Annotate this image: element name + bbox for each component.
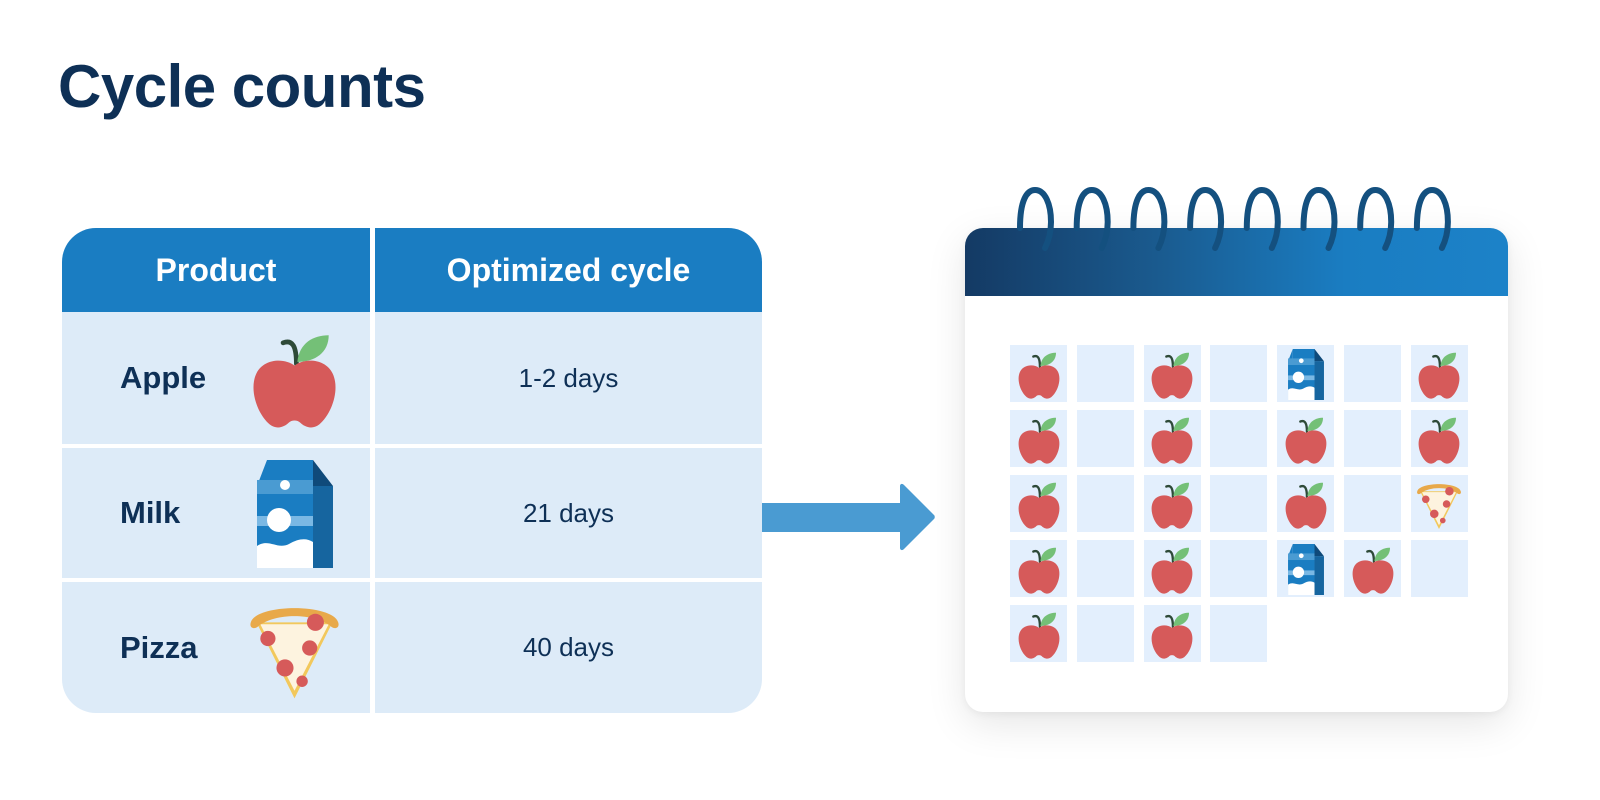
calendar-day-cell — [1277, 540, 1335, 597]
apple-icon — [1415, 413, 1463, 465]
calendar-day-cell — [1210, 605, 1268, 662]
product-cell: Pizza — [62, 582, 370, 713]
calendar-day-cell — [1344, 475, 1401, 532]
binding-ring-icon — [1130, 186, 1168, 251]
calendar-day-cell — [1143, 475, 1201, 532]
product-cycle-table: Product Optimized cycle Apple 1-2 days M… — [62, 228, 762, 713]
calendar-day-cell — [1277, 410, 1335, 467]
calendar-day-cell — [1410, 475, 1468, 532]
apple-icon — [1148, 608, 1196, 660]
pizza-slice-icon — [1415, 478, 1463, 530]
apple-icon — [1148, 348, 1196, 400]
cycle-cell: 40 days — [375, 582, 762, 713]
binding-ring-icon — [1073, 186, 1111, 251]
apple-icon — [1015, 348, 1063, 400]
calendar-day-cell — [1344, 345, 1401, 402]
apple-icon — [1015, 543, 1063, 595]
calendar-day-cell — [1277, 345, 1335, 402]
product-name: Apple — [120, 360, 207, 395]
calendar-day-cell — [1410, 410, 1468, 467]
calendar-day-cell — [1076, 540, 1134, 597]
page-title: Cycle counts — [58, 53, 426, 120]
binding-ring-icon — [1187, 186, 1225, 251]
apple-icon — [1015, 608, 1063, 660]
calendar-day-cell — [1410, 345, 1468, 402]
calendar-day-cell — [1210, 345, 1268, 402]
calendar-day-cell — [1076, 345, 1134, 402]
arrow-right-icon — [762, 483, 935, 551]
calendar-day-cell — [1010, 345, 1067, 402]
table-row: Milk 21 days — [62, 448, 762, 578]
calendar-day-cell — [1410, 540, 1468, 597]
calendar-day-cell — [1010, 475, 1067, 532]
apple-icon — [1148, 478, 1196, 530]
apple-icon — [1282, 478, 1330, 530]
calendar-day-cell — [1143, 345, 1201, 402]
apple-icon — [1349, 543, 1397, 595]
table-row: Apple 1-2 days — [62, 312, 762, 444]
calendar-day-cell — [1076, 410, 1134, 467]
calendar-day-cell — [1210, 540, 1268, 597]
calendar-day-cell — [1277, 475, 1335, 532]
calendar-day-cell — [1210, 475, 1268, 532]
product-name: Pizza — [120, 629, 198, 665]
apple-icon — [1415, 348, 1463, 400]
apple-icon — [247, 323, 342, 433]
calendar-day-cell — [1076, 605, 1134, 662]
binding-ring-icon — [1243, 186, 1281, 251]
calendar-day-cell — [1010, 540, 1067, 597]
apple-icon — [1015, 413, 1063, 465]
calendar-day-cell — [1076, 475, 1134, 532]
product-cell: Apple — [62, 312, 370, 444]
cycle-cell: 1-2 days — [375, 312, 762, 444]
pizza-slice-icon — [247, 593, 342, 703]
binding-ring-icon — [1300, 186, 1338, 251]
calendar-binding-rings — [1017, 186, 1451, 251]
calendar-day-cell — [1143, 540, 1201, 597]
apple-icon — [1148, 543, 1196, 595]
calendar-day-cell — [1143, 605, 1201, 662]
column-header-product: Product — [62, 228, 370, 312]
milk-carton-icon — [1287, 543, 1325, 595]
binding-ring-icon — [1357, 186, 1395, 251]
table-header: Product Optimized cycle — [62, 228, 762, 312]
table-row: Pizza 40 days — [62, 582, 762, 713]
apple-icon — [1148, 413, 1196, 465]
milk-carton-icon — [255, 458, 335, 568]
cycle-cell: 21 days — [375, 448, 762, 578]
calendar-day-cell — [1010, 605, 1067, 662]
binding-ring-icon — [1413, 186, 1451, 251]
calendar-day-cell — [1210, 410, 1268, 467]
calendar-day-cell — [1143, 410, 1201, 467]
milk-carton-icon — [1287, 348, 1325, 400]
calendar-day-cell — [1344, 540, 1401, 597]
apple-icon — [1015, 478, 1063, 530]
apple-icon — [1282, 413, 1330, 465]
column-header-optimized-cycle: Optimized cycle — [375, 228, 762, 312]
binding-ring-icon — [1017, 186, 1055, 251]
product-cell: Milk — [62, 448, 370, 578]
product-name: Milk — [120, 495, 181, 530]
calendar-day-cell — [1344, 410, 1401, 467]
calendar-day-cell — [1010, 410, 1067, 467]
